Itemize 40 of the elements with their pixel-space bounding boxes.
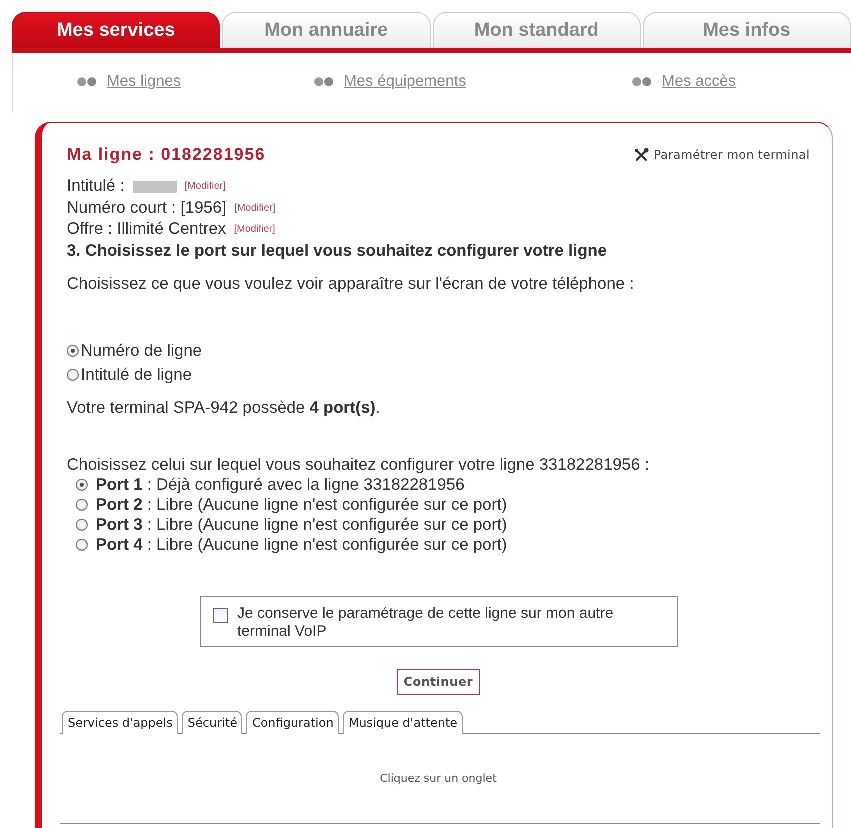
nav-tab[interactable]: Mes infos — [642, 12, 851, 48]
display-prompt: Choisissez ce que vous voulez voir apparaître sur l'écran de votre téléphone : — [67, 274, 636, 294]
radio-button[interactable] — [67, 368, 79, 380]
tab[interactable]: Configuration — [246, 710, 339, 734]
nav-link[interactable]: Mes lignes — [75, 73, 182, 91]
continue-button[interactable]: Continuer — [396, 668, 480, 694]
step-title: 3. Choisissez le port sur lequel vous souhaitez configurer votre ligne — [67, 240, 608, 260]
terminal-info: Votre terminal SPA-942 possède 4 port(s). — [67, 398, 382, 418]
modify-link[interactable]: [Modifier] — [234, 198, 276, 219]
tools-icon — [634, 148, 649, 162]
port-label: Port 3 : Libre (Aucune ligne n'est configurée sur ce port) — [96, 514, 508, 534]
tab[interactable]: Services d'appels — [62, 710, 178, 734]
port-prompt: Choisissez celui sur lequel vous souhaitez configurer votre ligne 33182281956 : — [67, 456, 650, 474]
field-label: Intitulé : — [67, 176, 125, 197]
field-label: Numéro court : [1956] — [67, 198, 227, 218]
checkbox[interactable] — [212, 608, 228, 622]
port-label: Port 4 : Libre (Aucune ligne n'est configurée sur ce port) — [96, 534, 508, 554]
radio-button[interactable] — [76, 538, 88, 550]
port-label: Port 1 : Déjà configuré avec la ligne 33182281956 — [96, 474, 465, 494]
checkbox-label: Je conserve le paramétrage de cette ligne sur mon autre terminal VoIP — [238, 604, 615, 640]
radio-button[interactable] — [76, 478, 88, 490]
option-label: Numéro de ligne — [81, 340, 202, 362]
settings-link[interactable]: Paramétrer mon terminal — [634, 148, 810, 162]
nav-tab[interactable]: Mon annuaire — [222, 12, 430, 48]
tab-hint: Cliquez sur un onglet — [380, 772, 497, 784]
nav-link[interactable]: Mes équipements — [312, 73, 466, 91]
port-label: Port 2 : Libre (Aucune ligne n'est configurée sur ce port) — [96, 494, 508, 514]
line-title: Ma ligne : 0182281956 — [67, 145, 266, 165]
radio-button[interactable] — [76, 498, 88, 510]
radio-button[interactable] — [67, 344, 79, 356]
modify-link[interactable]: [Modifier] — [234, 219, 276, 240]
nav-tab[interactable]: Mes services — [12, 12, 220, 48]
field-label: Offre : Illimité Centrex — [67, 219, 226, 240]
tab[interactable]: Sécurité — [182, 710, 242, 734]
tab[interactable]: Musique d'attente — [342, 710, 463, 734]
nav-tab[interactable]: Mon standard — [432, 12, 641, 48]
radio-button[interactable] — [76, 518, 88, 530]
modify-link[interactable]: [Modifier] — [184, 176, 226, 198]
nav-link[interactable]: Mes accès — [630, 73, 736, 91]
option-label: Intitulé de ligne — [81, 364, 192, 386]
